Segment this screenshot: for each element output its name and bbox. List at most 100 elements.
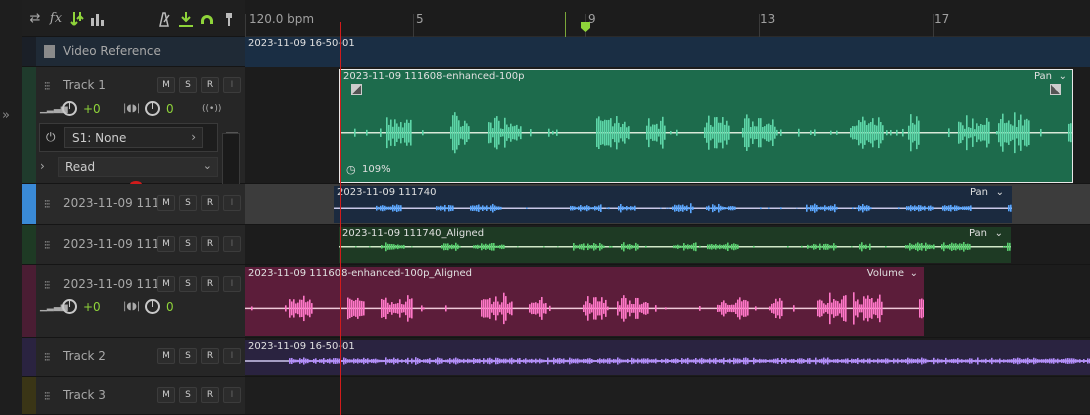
timeline[interactable]: 120.0 bpm 5 9 13 17 2023-11-09 16-50-01 …	[245, 0, 1090, 415]
waveform-sample	[440, 205, 442, 211]
playhead[interactable]	[340, 22, 341, 415]
waveform-sample	[637, 244, 639, 250]
waveform-sample	[411, 298, 413, 319]
mute-button[interactable]: M	[157, 236, 175, 252]
waveform-sample	[1000, 119, 1002, 147]
drag-handle-icon[interactable]: ⫶⫶⫶	[44, 390, 50, 404]
input-monitor-button[interactable]: I	[223, 236, 241, 252]
drag-handle-icon[interactable]: ⫶⫶⫶	[44, 198, 50, 212]
track-header-track3[interactable]: ⫶⫶⫶ Track 3 M S R I	[22, 377, 245, 415]
waveform-sample	[625, 298, 627, 319]
waveform-sample	[767, 359, 769, 363]
clip-t3[interactable]: 2023-11-09 111740 Pan ⌄	[334, 186, 1012, 223]
mute-button[interactable]: M	[157, 195, 175, 211]
solo-button[interactable]: S	[179, 236, 197, 252]
volume-knob[interactable]	[62, 101, 77, 116]
solo-button[interactable]: S	[179, 195, 197, 211]
mute-button[interactable]: M	[157, 387, 175, 403]
track-header-video[interactable]: Video Reference	[22, 37, 245, 67]
swap-icon[interactable]: ⇄	[26, 10, 44, 28]
clip-t4[interactable]: 2023-11-09 111740_Aligned Pan ⌄	[339, 227, 1011, 263]
pan-value[interactable]: 0	[166, 102, 174, 116]
snap-icon[interactable]	[177, 10, 195, 28]
clip-track1[interactable]: 2023-11-09 111608-enhanced-100p Pan ⌄ ◷ …	[339, 69, 1073, 183]
input-monitor-button[interactable]: I	[223, 387, 241, 403]
record-arm-button[interactable]: R	[201, 387, 219, 403]
drag-handle-icon[interactable]: ⫶⫶⫶	[44, 239, 50, 253]
metronome-icon[interactable]	[155, 10, 173, 28]
record-arm-button[interactable]: R	[201, 348, 219, 364]
marker-pin-icon[interactable]	[220, 10, 238, 28]
fx-icon[interactable]: fx	[47, 10, 65, 28]
waveform-sample	[859, 244, 861, 250]
mute-button[interactable]: M	[157, 276, 175, 292]
waveform-sample	[619, 358, 621, 364]
loop-marker[interactable]	[565, 12, 566, 37]
power-icon[interactable]: ⏻	[46, 130, 56, 145]
waveform-sample	[1005, 359, 1007, 363]
input-monitor-button[interactable]: I	[223, 77, 241, 93]
send-select[interactable]: S1: None ›	[64, 127, 203, 148]
waveform-sample	[777, 358, 779, 364]
lane-video[interactable]: 2023-11-09 16-50-01	[245, 37, 1090, 67]
automation-mode-select[interactable]: Read ⌄	[58, 157, 218, 177]
record-arm-button[interactable]: R	[201, 195, 219, 211]
record-arm-button[interactable]: R	[201, 77, 219, 93]
lane-track2[interactable]: 2023-11-09 16-50-01	[245, 338, 1090, 377]
waveform-sample	[387, 359, 389, 363]
clip-track2[interactable]: 2023-11-09 16-50-01	[245, 340, 1090, 375]
waveform-sample	[717, 359, 719, 363]
lane-track3[interactable]	[245, 377, 1090, 415]
solo-button[interactable]: S	[179, 387, 197, 403]
mute-button[interactable]: M	[157, 348, 175, 364]
waveform-sample	[333, 358, 335, 364]
solo-button[interactable]: S	[179, 77, 197, 93]
waveform-sample	[622, 123, 624, 142]
sends-icon[interactable]	[68, 10, 86, 28]
track-header-track2[interactable]: ⫶⫶⫶ Track 2 M S R I	[22, 338, 245, 377]
meter-icon[interactable]	[88, 10, 106, 28]
pan-knob[interactable]	[145, 299, 160, 314]
volume-value[interactable]: +0	[83, 102, 101, 116]
lane-t5[interactable]: 2023-11-09 111608-enhanced-100p_Aligned …	[245, 265, 1090, 338]
waveform-sample	[887, 358, 889, 364]
playhead-handle[interactable]	[580, 21, 591, 33]
input-monitor-button[interactable]: I	[223, 276, 241, 292]
loop-icon[interactable]	[198, 10, 216, 28]
waveform-sample	[869, 243, 871, 250]
pan-knob[interactable]	[145, 101, 160, 116]
track-header-t5[interactable]: ⫶⫶⫶ 2023-11-09 111 M S R I ▁▂▃▅ +0 |◖◗| …	[22, 265, 245, 338]
solo-button[interactable]: S	[179, 348, 197, 364]
drag-handle-icon[interactable]: ⫶⫶⫶	[44, 279, 50, 293]
record-arm-button[interactable]: R	[201, 276, 219, 292]
waveform-sample	[777, 301, 779, 316]
waveform-sample	[626, 205, 628, 211]
lane-t3[interactable]: 2023-11-09 111740 Pan ⌄	[245, 184, 1090, 225]
lane-track1[interactable]: 2023-11-09 111608-enhanced-100p Pan ⌄ ◷ …	[245, 67, 1090, 184]
track-header-t4[interactable]: ⫶⫶⫶ 2023-11-09 111 M S R I	[22, 225, 245, 265]
mute-button[interactable]: M	[157, 77, 175, 93]
waveform-sample	[473, 358, 475, 364]
waveform-sample	[825, 358, 827, 364]
input-monitor-button[interactable]: I	[223, 348, 241, 364]
waveform-sample	[386, 206, 388, 210]
volume-knob[interactable]	[62, 299, 77, 314]
time-ruler[interactable]: 120.0 bpm 5 9 13 17	[245, 0, 1090, 37]
clip-video[interactable]: 2023-11-09 16-50-01	[245, 37, 1090, 67]
pan-value[interactable]: 0	[166, 300, 174, 314]
clip-t5[interactable]: 2023-11-09 111608-enhanced-100p_Aligned …	[245, 267, 924, 336]
drag-handle-icon[interactable]: ⫶⫶⫶	[44, 80, 50, 94]
waveform-sample	[1009, 242, 1011, 251]
track-header-track1[interactable]: ⫶⫶⫶ Track 1 M S R I ▁▂▃▅ +0 |◖◗| 0 ((•))…	[22, 67, 245, 209]
solo-button[interactable]: S	[179, 276, 197, 292]
drag-handle-icon[interactable]: ⫶⫶⫶	[44, 351, 50, 365]
input-monitor-button[interactable]: I	[223, 195, 241, 211]
volume-value[interactable]: +0	[83, 300, 101, 314]
expand-automation-icon[interactable]: ›	[40, 159, 45, 173]
record-arm-button[interactable]: R	[201, 236, 219, 252]
track-header-t3[interactable]: ⫶⫶⫶ 2023-11-09 111 M S R I	[22, 184, 245, 225]
lane-t4[interactable]: 2023-11-09 111740_Aligned Pan ⌄	[245, 225, 1090, 265]
waveform-sample	[620, 203, 622, 213]
expand-panel-icon[interactable]: »	[2, 108, 10, 123]
waveform-sample	[1068, 123, 1070, 142]
